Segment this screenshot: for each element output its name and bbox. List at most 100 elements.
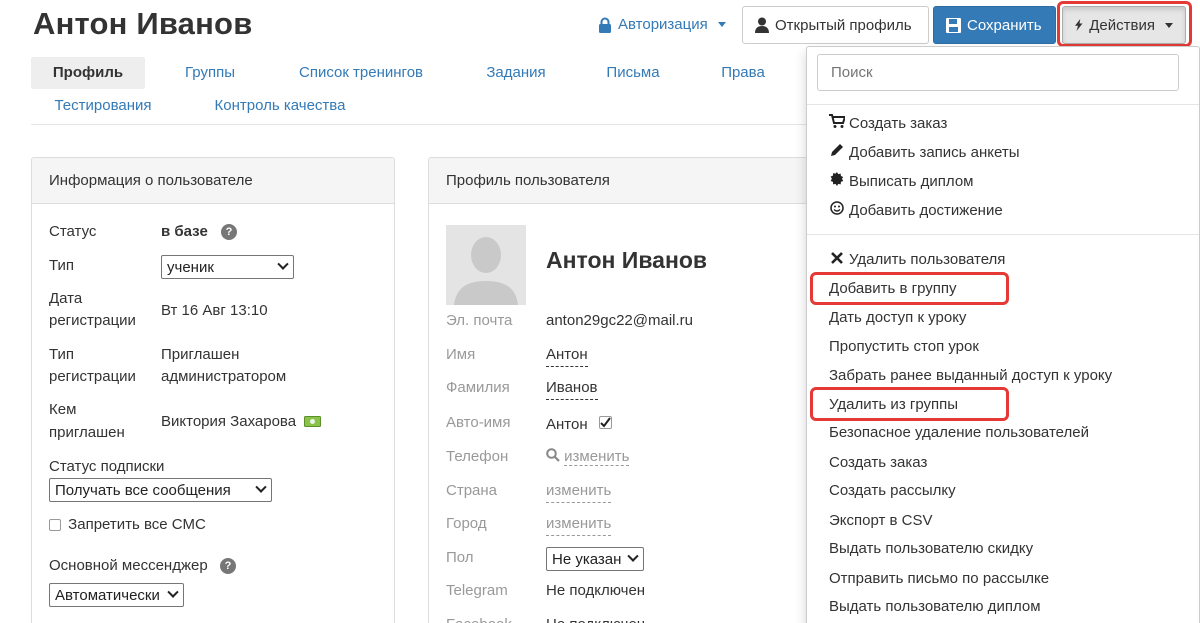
profile-panel: Профиль пользователя Антон Иванов Эл. по…: [428, 157, 808, 623]
auto-name-label: Авто-имя: [446, 414, 511, 431]
facebook-value: Не подключен: [546, 614, 645, 623]
type-label: Тип: [49, 257, 75, 274]
first-name-label: Имя: [446, 346, 476, 363]
chevron-down-icon: [255, 481, 267, 493]
reg-type-label-1: Тип: [49, 346, 75, 363]
email-value: anton29gc22@mail.ru: [546, 312, 693, 329]
tab-profile[interactable]: Профиль: [31, 57, 145, 89]
checkmark-icon: [600, 417, 611, 428]
facebook-label: Facebook: [446, 614, 512, 623]
certificate-icon: [829, 171, 845, 191]
auto-name-checkbox[interactable]: [599, 416, 612, 429]
menu-item-delete-user[interactable]: Удалить пользователя: [829, 249, 1005, 270]
menu-divider: [807, 234, 1199, 235]
open-profile-button[interactable]: Открытый профиль: [742, 6, 929, 44]
telegram-label: Telegram: [446, 582, 508, 599]
menu-item-issue-diploma[interactable]: Выписать диплом: [829, 171, 973, 192]
chevron-down-icon: [627, 550, 639, 562]
city-edit[interactable]: изменить: [546, 513, 612, 536]
menu-item-grant-lesson-access[interactable]: Дать доступ к уроку: [829, 308, 966, 328]
menu-item-skip-stop-lesson[interactable]: Пропустить стоп урок: [829, 337, 979, 357]
menu-divider: [807, 104, 1199, 105]
smile-icon: [829, 200, 845, 220]
gender-label: Пол: [446, 549, 474, 566]
type-select[interactable]: ученик: [161, 255, 294, 279]
reg-date-value: Вт 16 Авг 13:10: [161, 302, 268, 319]
avatar: [446, 225, 526, 305]
reg-type-label-2: регистрации: [49, 368, 136, 385]
menu-item-give-discount[interactable]: Выдать пользователю скидку: [829, 539, 1033, 559]
profile-heading: Профиль пользователя: [429, 158, 807, 204]
help-icon[interactable]: ?: [220, 558, 236, 574]
menu-item-add-to-group[interactable]: Добавить в группу: [829, 279, 957, 299]
invited-by-label-2: приглашен: [49, 424, 125, 441]
menu-item-export-csv[interactable]: Экспорт в CSV: [829, 511, 933, 531]
phone-label: Телефон: [446, 448, 509, 465]
auth-label: Авторизация: [618, 16, 708, 33]
caret-down-icon: [717, 22, 726, 27]
reg-date-label-2: регистрации: [49, 312, 136, 329]
tab-groups[interactable]: Группы: [172, 57, 248, 89]
menu-item-create-order-2[interactable]: Создать заказ: [829, 453, 927, 473]
messenger-label: Основной мессенджер: [49, 557, 208, 574]
tab-letters[interactable]: Письма: [594, 57, 672, 89]
menu-item-add-achievement[interactable]: Добавить достижение: [829, 200, 1003, 221]
tab-tasks[interactable]: Задания: [474, 57, 558, 89]
menu-item-send-mailing-letter[interactable]: Отправить письмо по рассылке: [829, 569, 1049, 589]
caret-down-icon: [1165, 22, 1173, 28]
tab-trainings[interactable]: Список тренингов: [283, 57, 439, 89]
phone-edit[interactable]: изменить: [546, 446, 630, 468]
profile-name: Антон Иванов: [546, 247, 708, 273]
menu-item-revoke-lesson-access[interactable]: Забрать ранее выданный доступ к уроку: [829, 366, 1112, 386]
help-icon[interactable]: ?: [221, 224, 237, 240]
actions-button[interactable]: Действия: [1062, 6, 1186, 44]
page-title: Антон Иванов: [33, 6, 253, 41]
reg-type-value-2: администратором: [161, 368, 287, 385]
invited-by-label-1: Кем: [49, 401, 77, 418]
remove-icon: [829, 249, 845, 269]
money-icon: [304, 416, 321, 427]
invited-by-value[interactable]: Виктория Захарова: [161, 411, 296, 433]
chevron-down-icon: [277, 258, 289, 270]
save-button[interactable]: Сохранить: [933, 6, 1056, 44]
auth-dropdown[interactable]: Авторизация: [598, 16, 726, 33]
auto-name-value: Антон: [546, 416, 588, 433]
first-name-value[interactable]: Антон: [546, 344, 588, 367]
country-edit[interactable]: изменить: [546, 480, 612, 503]
block-sms-checkbox-row[interactable]: Запретить все СМС: [49, 514, 206, 536]
messenger-select[interactable]: Автоматически: [49, 583, 184, 607]
menu-item-add-form-entry[interactable]: Добавить запись анкеты: [829, 142, 1020, 163]
tab-rights[interactable]: Права: [707, 57, 779, 89]
user-silhouette-icon: [446, 225, 526, 305]
menu-item-remove-from-group[interactable]: Удалить из группы: [829, 395, 958, 415]
subscription-select[interactable]: Получать все сообщения: [49, 478, 272, 502]
bolt-icon: [1075, 18, 1083, 32]
user-info-panel: Информация о пользователе Статус в базе …: [31, 157, 395, 623]
status-value: в базе: [161, 223, 208, 240]
tabs-divider: [31, 124, 806, 125]
user-info-heading: Информация о пользователе: [32, 158, 394, 204]
status-label: Статус: [49, 223, 97, 240]
menu-item-create-order[interactable]: Создать заказ: [829, 113, 947, 134]
country-label: Страна: [446, 482, 498, 499]
menu-item-safe-delete-users[interactable]: Безопасное удаление пользователей: [829, 423, 1089, 443]
actions-dropdown-menu: Создать заказ Добавить запись анкеты Вып…: [806, 46, 1200, 623]
email-label: Эл. почта: [446, 312, 513, 329]
menu-item-give-diploma[interactable]: Выдать пользователю диплом: [829, 597, 1041, 617]
menu-item-create-mailing[interactable]: Создать рассылку: [829, 481, 956, 501]
telegram-value: Не подключен: [546, 582, 646, 599]
pencil-icon: [829, 142, 845, 162]
reg-type-value-1: Приглашен: [161, 346, 240, 363]
actions-search-input[interactable]: [817, 54, 1179, 91]
block-sms-checkbox[interactable]: [49, 519, 61, 532]
tab-testing[interactable]: Тестирования: [41, 90, 165, 122]
lock-icon: [599, 17, 611, 33]
tab-quality-control[interactable]: Контроль качества: [199, 90, 361, 122]
gender-select[interactable]: Не указан: [546, 547, 644, 571]
cart-icon: [829, 113, 847, 133]
last-name-value[interactable]: Иванов: [546, 377, 598, 400]
block-sms-label: Запретить все СМС: [68, 516, 206, 533]
floppy-icon: [946, 17, 961, 33]
chevron-down-icon: [167, 586, 179, 598]
subscription-label: Статус подписки: [49, 458, 165, 475]
